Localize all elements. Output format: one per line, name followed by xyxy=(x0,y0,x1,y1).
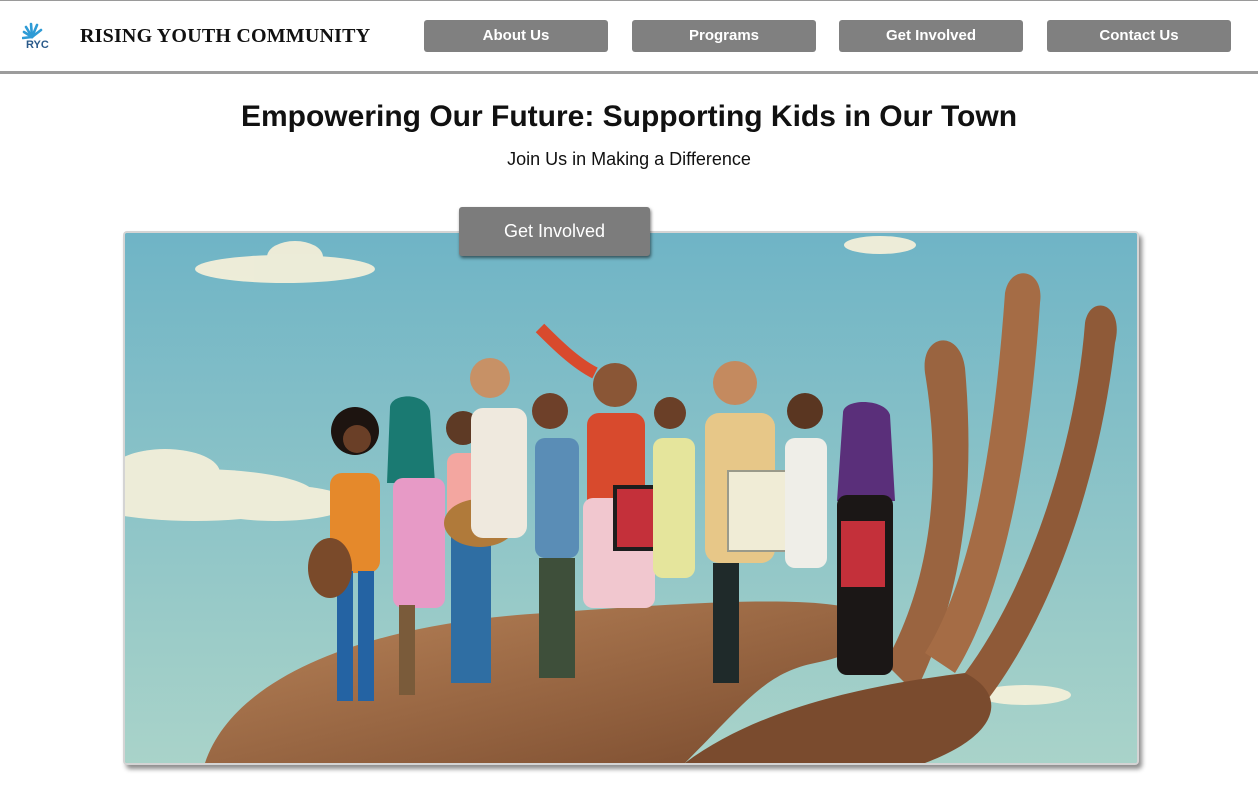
nav-programs-button[interactable]: Programs xyxy=(632,20,816,52)
brand-name[interactable]: RISING YOUTH COMMUNITY xyxy=(80,25,370,48)
nav-get-involved-button[interactable]: Get Involved xyxy=(839,20,1023,52)
ryc-logo-icon[interactable]: RYC xyxy=(22,22,66,52)
get-involved-cta-button[interactable]: Get Involved xyxy=(459,207,650,256)
page-title: Empowering Our Future: Supporting Kids i… xyxy=(240,100,1018,133)
hero-illustration xyxy=(123,231,1139,765)
nav-contact-us-button[interactable]: Contact Us xyxy=(1047,20,1231,52)
site-header: RYC RISING YOUTH COMMUNITY About Us Prog… xyxy=(0,1,1258,74)
community-hand-illustration xyxy=(125,233,1137,763)
nav-about-us-button[interactable]: About Us xyxy=(424,20,608,52)
page-subtitle: Join Us in Making a Difference xyxy=(507,149,751,169)
svg-text:RYC: RYC xyxy=(26,39,49,51)
